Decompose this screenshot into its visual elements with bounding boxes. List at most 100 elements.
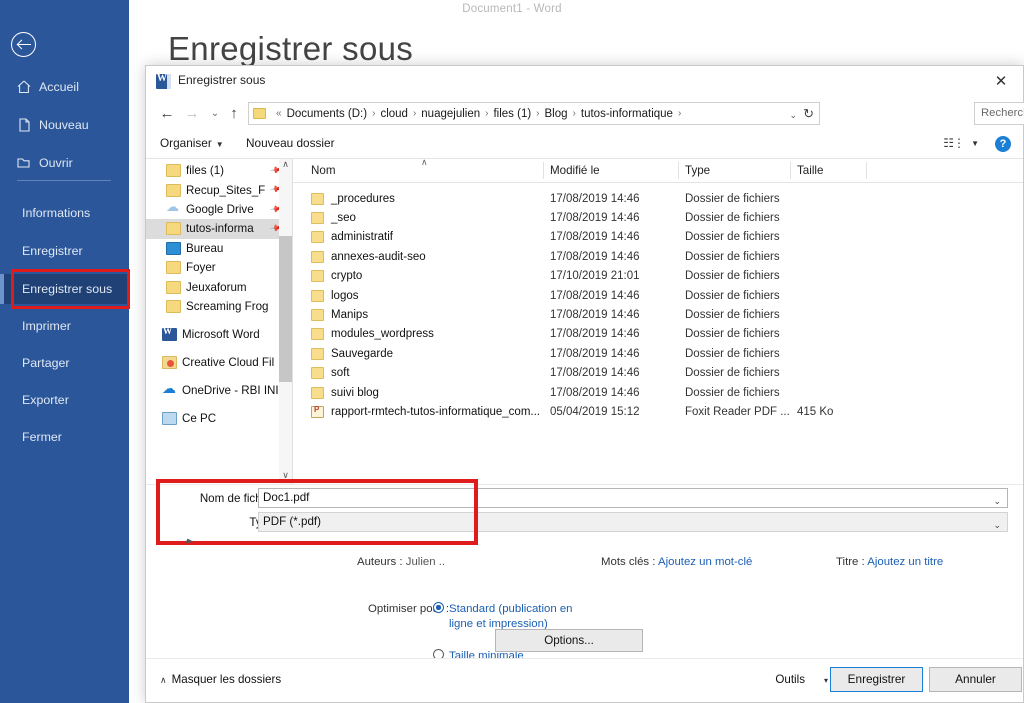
nav-item-label: Bureau [186, 242, 223, 255]
folder-icon [311, 290, 324, 302]
breadcrumb-part[interactable]: files (1) [493, 108, 531, 120]
filename-input[interactable]: Doc1.pdf ⌄ [258, 488, 1008, 508]
sidebar-item-informations[interactable]: Informations [0, 200, 129, 226]
scroll-down-icon[interactable]: ∨ [279, 470, 292, 484]
table-row[interactable]: _procedures 17/08/2019 14:46 Dossier de … [293, 189, 1023, 208]
chevron-down-icon[interactable]: ⌄ [789, 110, 797, 121]
column-divider[interactable] [543, 162, 544, 179]
sidebar-item-enregistrer[interactable]: Enregistrer [0, 238, 129, 264]
scroll-up-icon[interactable]: ∧ [279, 159, 292, 173]
nav-item-ce-pc[interactable]: Ce PC [146, 409, 292, 428]
sidebar-item-accueil[interactable]: Accueil [0, 74, 129, 100]
sidebar-item-fermer[interactable]: Fermer [0, 424, 129, 450]
table-row[interactable]: Sauvegarde 17/08/2019 14:46 Dossier de f… [293, 344, 1023, 363]
search-input[interactable]: Rechercher dans : tutos-infor... 🔍 [974, 102, 1024, 125]
navpane-scrollbar[interactable] [279, 173, 292, 470]
onedrive-icon [162, 384, 177, 397]
sidebar-item-exporter[interactable]: Exporter [0, 387, 129, 413]
organiser-button[interactable]: Organiser▼ [160, 136, 224, 150]
table-row[interactable]: soft 17/08/2019 14:46 Dossier de fichier… [293, 364, 1023, 383]
history-dropdown-icon[interactable]: ⌄ [206, 105, 224, 123]
pdf-icon [311, 406, 324, 418]
breadcrumb-part[interactable]: Documents (D:) [287, 108, 368, 120]
nav-item-google-drive[interactable]: Google Drive 📌 [146, 200, 292, 219]
new-folder-button[interactable]: Nouveau dossier [246, 136, 335, 150]
breadcrumb-part[interactable]: cloud [380, 108, 408, 120]
breadcrumb-prefix: « [271, 108, 287, 119]
file-size-cell: 415 Ko [797, 406, 833, 418]
nav-item-screaming-frog[interactable]: Screaming Frog [146, 297, 292, 316]
sidebar-item-ouvrir[interactable]: Ouvrir [0, 150, 129, 176]
breadcrumb-part[interactable]: tutos-informatique [581, 108, 673, 120]
sidebar-item-nouveau[interactable]: Nouveau [0, 112, 129, 138]
sidebar-item-imprimer[interactable]: Imprimer [0, 313, 129, 339]
tools-button[interactable]: Outils [775, 673, 805, 686]
breadcrumb-part[interactable]: Blog [545, 108, 568, 120]
back-icon[interactable]: ← [158, 105, 176, 123]
chevron-down-icon[interactable]: ⌄ [993, 516, 1001, 534]
title-value[interactable]: Ajoutez un titre [867, 556, 943, 568]
authors-value: Julien .. [406, 556, 445, 568]
scrollbar-thumb[interactable] [279, 236, 292, 382]
nav-item-bureau[interactable]: Bureau [146, 239, 292, 258]
table-row[interactable]: modules_wordpress 17/08/2019 14:46 Dossi… [293, 325, 1023, 344]
table-row[interactable]: administratif 17/08/2019 14:46 Dossier d… [293, 228, 1023, 247]
chevron-down-icon[interactable]: ▼ [971, 139, 979, 148]
radio-button-standard[interactable] [433, 602, 444, 613]
table-row[interactable]: Manips 17/08/2019 14:46 Dossier de fichi… [293, 305, 1023, 324]
table-row[interactable]: crypto 17/10/2019 21:01 Dossier de fichi… [293, 267, 1023, 286]
sidebar-item-label: Accueil [39, 74, 79, 100]
nav-item-jeuxaforum[interactable]: Jeuxaforum [146, 277, 292, 296]
table-row[interactable]: suivi blog 17/08/2019 14:46 Dossier de f… [293, 383, 1023, 402]
file-modified-cell: 17/08/2019 14:46 [550, 290, 640, 302]
filetype-select[interactable]: PDF (*.pdf) ⌄ [258, 512, 1008, 532]
table-row[interactable]: annexes-audit-seo 17/08/2019 14:46 Dossi… [293, 247, 1023, 266]
breadcrumb-part[interactable]: nuagejulien [421, 108, 480, 120]
breadcrumb[interactable]: « Documents (D:) › cloud › nuagejulien ›… [248, 102, 820, 125]
forward-icon[interactable]: → [183, 105, 201, 123]
up-icon[interactable]: ↑ [225, 105, 243, 123]
table-row[interactable]: logos 17/08/2019 14:46 Dossier de fichie… [293, 286, 1023, 305]
refresh-icon[interactable]: ↻ [803, 106, 814, 122]
save-button[interactable]: Enregistrer [830, 667, 923, 692]
title-field[interactable]: Titre : Ajoutez un titre [836, 556, 943, 568]
folder-icon [311, 231, 324, 243]
document-title: Document1 - Word [0, 3, 1024, 15]
chevron-down-icon[interactable]: ⌄ [993, 492, 1001, 510]
chevron-down-icon[interactable]: ▾ [824, 676, 828, 685]
nav-item-recup-sites[interactable]: Recup_Sites_F 📌 [146, 180, 292, 199]
options-button[interactable]: Options... [495, 629, 643, 652]
nav-item-creative-cloud[interactable]: Creative Cloud Fil [146, 353, 292, 372]
column-divider[interactable] [790, 162, 791, 179]
help-icon[interactable]: ? [995, 136, 1011, 152]
cancel-button[interactable]: Annuler [929, 667, 1022, 692]
column-header-nom[interactable]: Nom [311, 164, 335, 177]
folder-icon [311, 193, 324, 205]
column-header-type[interactable]: Type [685, 164, 710, 177]
table-row[interactable]: rapport-rmtech-tutos-informatique_com...… [293, 402, 1023, 421]
nav-item-microsoft-word[interactable]: Microsoft Word [146, 325, 292, 344]
keywords-value[interactable]: Ajoutez un mot-clé [658, 556, 752, 568]
column-divider[interactable] [866, 162, 867, 179]
breadcrumb-separator: › [673, 108, 686, 119]
folder-icon [311, 367, 324, 379]
column-header-taille[interactable]: Taille [797, 164, 823, 177]
column-header-modifie[interactable]: Modifié le [550, 164, 600, 177]
nav-item-tutos-informatique[interactable]: tutos-informa 📌 [146, 219, 292, 238]
back-arrow-icon[interactable] [11, 32, 36, 57]
view-list-icon[interactable]: ☷⋮ [943, 136, 964, 150]
navigation-pane: files (1) 📌 Recup_Sites_F 📌 Google Drive… [146, 159, 293, 484]
keywords-field[interactable]: Mots clés : Ajoutez un mot-clé [601, 556, 752, 568]
sidebar-item-partager[interactable]: Partager [0, 350, 129, 376]
nav-item-onedrive[interactable]: OneDrive - RBI INI [146, 381, 292, 400]
nav-item-files[interactable]: files (1) 📌 [146, 161, 292, 180]
file-type-cell: Dossier de fichiers [685, 348, 780, 360]
table-row[interactable]: _seo 17/08/2019 14:46 Dossier de fichier… [293, 208, 1023, 227]
authors-field[interactable]: Auteurs : Julien .. [357, 556, 445, 568]
file-type-cell: Dossier de fichiers [685, 328, 780, 340]
close-icon[interactable]: ✕ [979, 66, 1023, 97]
breadcrumb-separator: › [480, 108, 493, 119]
nav-item-foyer[interactable]: Foyer [146, 258, 292, 277]
column-divider[interactable] [678, 162, 679, 179]
hide-folders-button[interactable]: ∧Masquer les dossiers [160, 673, 281, 686]
